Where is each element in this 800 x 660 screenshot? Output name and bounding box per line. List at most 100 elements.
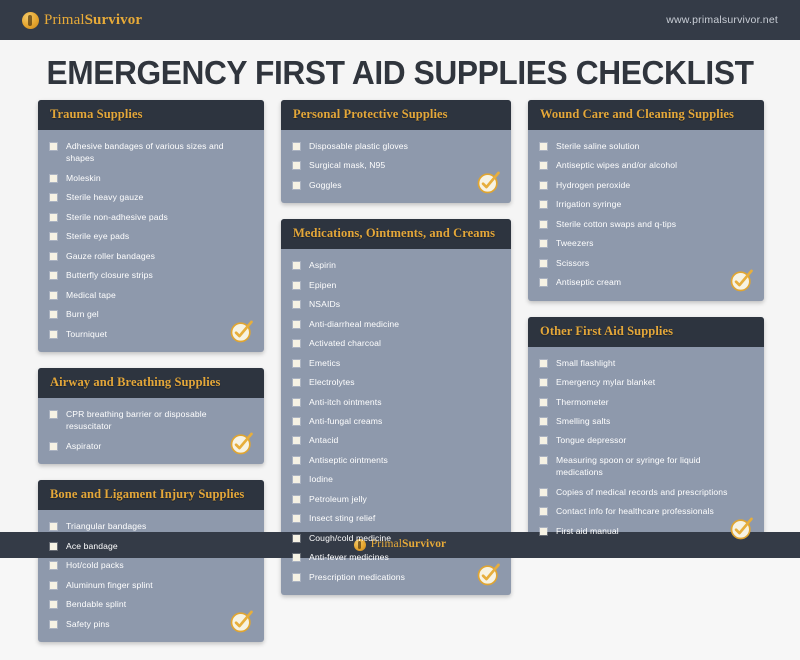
checklist-item[interactable]: Goggles bbox=[293, 179, 499, 191]
checkbox-icon[interactable] bbox=[50, 562, 57, 570]
checkbox-icon[interactable] bbox=[50, 311, 57, 319]
checklist-item[interactable]: Anti-fungal creams bbox=[293, 415, 499, 427]
checkbox-icon[interactable] bbox=[540, 417, 547, 425]
checkbox-icon[interactable] bbox=[293, 340, 300, 348]
checkbox-icon[interactable] bbox=[540, 259, 547, 267]
checkbox-icon[interactable] bbox=[540, 508, 547, 516]
checklist-item[interactable]: Electrolytes bbox=[293, 376, 499, 388]
checklist-item[interactable]: Safety pins bbox=[50, 618, 252, 630]
checklist-item[interactable]: Tongue depressor bbox=[540, 434, 752, 446]
checkbox-icon[interactable] bbox=[50, 620, 57, 628]
checkbox-icon[interactable] bbox=[50, 174, 57, 182]
checkbox-icon[interactable] bbox=[293, 320, 300, 328]
checkbox-icon[interactable] bbox=[293, 417, 300, 425]
checkbox-icon[interactable] bbox=[50, 143, 57, 150]
checklist-item[interactable]: Butterfly closure strips bbox=[50, 269, 252, 281]
checkbox-icon[interactable] bbox=[540, 181, 547, 189]
checklist-item[interactable]: Antiseptic wipes and/or alcohol bbox=[540, 159, 752, 171]
checkbox-icon[interactable] bbox=[540, 456, 547, 464]
checklist-item[interactable]: Adhesive bandages of various sizes and s… bbox=[50, 140, 252, 165]
checklist-item[interactable]: Hydrogen peroxide bbox=[540, 179, 752, 191]
checklist-item[interactable]: Sterile cotton swaps and q-tips bbox=[540, 218, 752, 230]
checkbox-icon[interactable] bbox=[50, 601, 57, 609]
checkbox-icon[interactable] bbox=[293, 476, 300, 484]
checklist-item[interactable]: Antiseptic ointments bbox=[293, 454, 499, 466]
checkbox-icon[interactable] bbox=[293, 495, 300, 503]
checklist-item[interactable]: Small flashlight bbox=[540, 357, 752, 369]
checklist-item[interactable]: Activated charcoal bbox=[293, 337, 499, 349]
checklist-item[interactable]: Bendable splint bbox=[50, 598, 252, 610]
checkbox-icon[interactable] bbox=[293, 534, 300, 542]
checklist-item[interactable]: Anti-itch ointments bbox=[293, 396, 499, 408]
checkbox-icon[interactable] bbox=[540, 359, 547, 367]
checklist-item[interactable]: Tweezers bbox=[540, 237, 752, 249]
checkbox-icon[interactable] bbox=[540, 240, 547, 248]
checklist-item[interactable]: Tourniquet bbox=[50, 328, 252, 340]
checkbox-icon[interactable] bbox=[50, 194, 57, 202]
checklist-item[interactable]: Triangular bandages bbox=[50, 520, 252, 532]
checklist-item[interactable]: Gauze roller bandages bbox=[50, 250, 252, 262]
checklist-item[interactable]: Insect sting relief bbox=[293, 512, 499, 524]
checkbox-icon[interactable] bbox=[50, 542, 57, 550]
checkbox-icon[interactable] bbox=[50, 233, 57, 241]
checkbox-icon[interactable] bbox=[50, 213, 57, 221]
checkbox-icon[interactable] bbox=[50, 523, 57, 531]
site-url[interactable]: www.primalsurvivor.net bbox=[666, 14, 778, 26]
checklist-item[interactable]: Aspirin bbox=[293, 259, 499, 271]
checklist-item[interactable]: Sterile saline solution bbox=[540, 140, 752, 152]
checklist-item[interactable]: Scissors bbox=[540, 257, 752, 269]
checkbox-icon[interactable] bbox=[293, 281, 300, 289]
checkbox-icon[interactable] bbox=[50, 291, 57, 299]
checklist-item[interactable]: Copies of medical records and prescripti… bbox=[540, 486, 752, 498]
checkbox-icon[interactable] bbox=[293, 301, 300, 309]
checkbox-icon[interactable] bbox=[293, 162, 300, 170]
checklist-item[interactable]: Cough/cold medicine bbox=[293, 532, 499, 544]
checklist-item[interactable]: Disposable plastic gloves bbox=[293, 140, 499, 152]
checkbox-icon[interactable] bbox=[50, 410, 57, 418]
checklist-item[interactable]: Medical tape bbox=[50, 289, 252, 301]
checklist-item[interactable]: Iodine bbox=[293, 473, 499, 485]
checklist-item[interactable]: Measuring spoon or syringe for liquid me… bbox=[540, 454, 752, 479]
checklist-item[interactable]: Ace bandage bbox=[50, 540, 252, 552]
checklist-item[interactable]: Sterile eye pads bbox=[50, 230, 252, 242]
checkbox-icon[interactable] bbox=[293, 573, 300, 581]
checklist-item[interactable]: Smelling salts bbox=[540, 415, 752, 427]
checklist-item[interactable]: Sterile non-adhesive pads bbox=[50, 211, 252, 223]
checkbox-icon[interactable] bbox=[50, 272, 57, 280]
checkbox-icon[interactable] bbox=[540, 488, 547, 496]
checkbox-icon[interactable] bbox=[540, 162, 547, 170]
checkbox-icon[interactable] bbox=[540, 437, 547, 445]
checklist-item[interactable]: Emetics bbox=[293, 357, 499, 369]
checklist-item[interactable]: Aspirator bbox=[50, 440, 252, 452]
checkbox-icon[interactable] bbox=[50, 252, 57, 260]
checkbox-icon[interactable] bbox=[540, 379, 547, 387]
checkbox-icon[interactable] bbox=[540, 143, 547, 150]
checklist-item[interactable]: Anti-fever medicines bbox=[293, 551, 499, 563]
checklist-item[interactable]: Thermometer bbox=[540, 396, 752, 408]
checklist-item[interactable]: CPR breathing barrier or disposable resu… bbox=[50, 408, 252, 433]
checklist-item[interactable]: Epipen bbox=[293, 279, 499, 291]
checkbox-icon[interactable] bbox=[293, 437, 300, 445]
checkbox-icon[interactable] bbox=[293, 262, 300, 270]
checkbox-icon[interactable] bbox=[540, 398, 547, 406]
checklist-item[interactable]: First aid manual bbox=[540, 525, 752, 537]
checkbox-icon[interactable] bbox=[293, 143, 300, 150]
checkbox-icon[interactable] bbox=[293, 359, 300, 367]
checklist-item[interactable]: Burn gel bbox=[50, 308, 252, 320]
checklist-item[interactable]: NSAIDs bbox=[293, 298, 499, 310]
checkbox-icon[interactable] bbox=[540, 279, 547, 287]
checklist-item[interactable]: Hot/cold packs bbox=[50, 559, 252, 571]
checklist-item[interactable]: Emergency mylar blanket bbox=[540, 376, 752, 388]
checkbox-icon[interactable] bbox=[293, 456, 300, 464]
checkbox-icon[interactable] bbox=[293, 379, 300, 387]
checklist-item[interactable]: Surgical mask, N95 bbox=[293, 159, 499, 171]
checklist-item[interactable]: Sterile heavy gauze bbox=[50, 191, 252, 203]
checkbox-icon[interactable] bbox=[50, 581, 57, 589]
checkbox-icon[interactable] bbox=[293, 181, 300, 189]
checklist-item[interactable]: Prescription medications bbox=[293, 571, 499, 583]
checkbox-icon[interactable] bbox=[540, 527, 547, 535]
checkbox-icon[interactable] bbox=[293, 398, 300, 406]
checklist-item[interactable]: Contact info for healthcare professional… bbox=[540, 505, 752, 517]
checklist-item[interactable]: Aluminum finger splint bbox=[50, 579, 252, 591]
checklist-item[interactable]: Antiseptic cream bbox=[540, 276, 752, 288]
